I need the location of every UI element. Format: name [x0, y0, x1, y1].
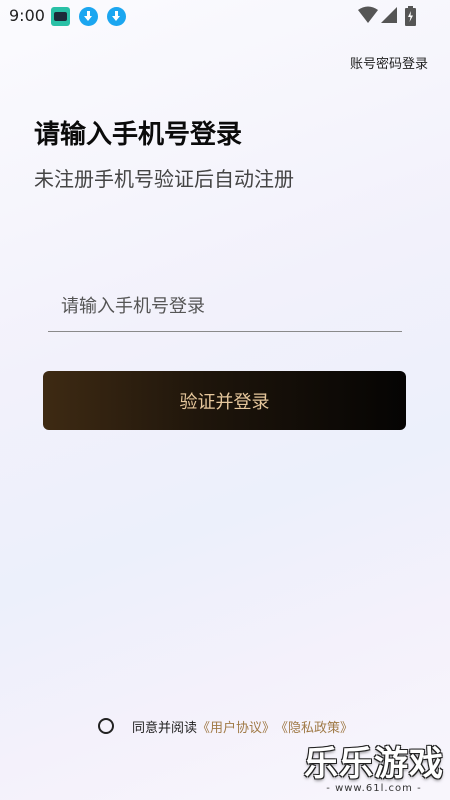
battery-charging-icon: [405, 6, 416, 26]
agreement-radio[interactable]: [98, 718, 114, 734]
privacy-policy-link[interactable]: 《隐私政策》: [275, 717, 353, 736]
download-icon: [107, 7, 126, 26]
app-notification-icon: [51, 7, 70, 26]
watermark-title: 乐乐游戏: [304, 744, 444, 784]
agreement-row: 同意并阅读 《用户协议》 《隐私政策》: [98, 716, 353, 736]
verify-login-button[interactable]: 验证并登录: [43, 371, 406, 430]
user-agreement-link[interactable]: 《用户协议》: [197, 717, 275, 736]
signal-icon: [381, 7, 397, 23]
wifi-icon: [358, 6, 378, 23]
download-icon: [79, 7, 98, 26]
watermark: 乐乐游戏 - www.61l.com -: [304, 745, 444, 794]
phone-number-input[interactable]: [48, 282, 402, 332]
agreement-prefix: 同意并阅读: [132, 720, 198, 736]
status-time: 9:00: [9, 6, 45, 25]
password-login-link[interactable]: 账号密码登录: [350, 53, 428, 72]
watermark-url: - www.61l.com -: [326, 783, 422, 794]
page-subtitle: 未注册手机号验证后自动注册: [34, 167, 294, 191]
page-title: 请输入手机号登录: [34, 120, 243, 150]
status-bar: 9:00: [0, 0, 450, 32]
